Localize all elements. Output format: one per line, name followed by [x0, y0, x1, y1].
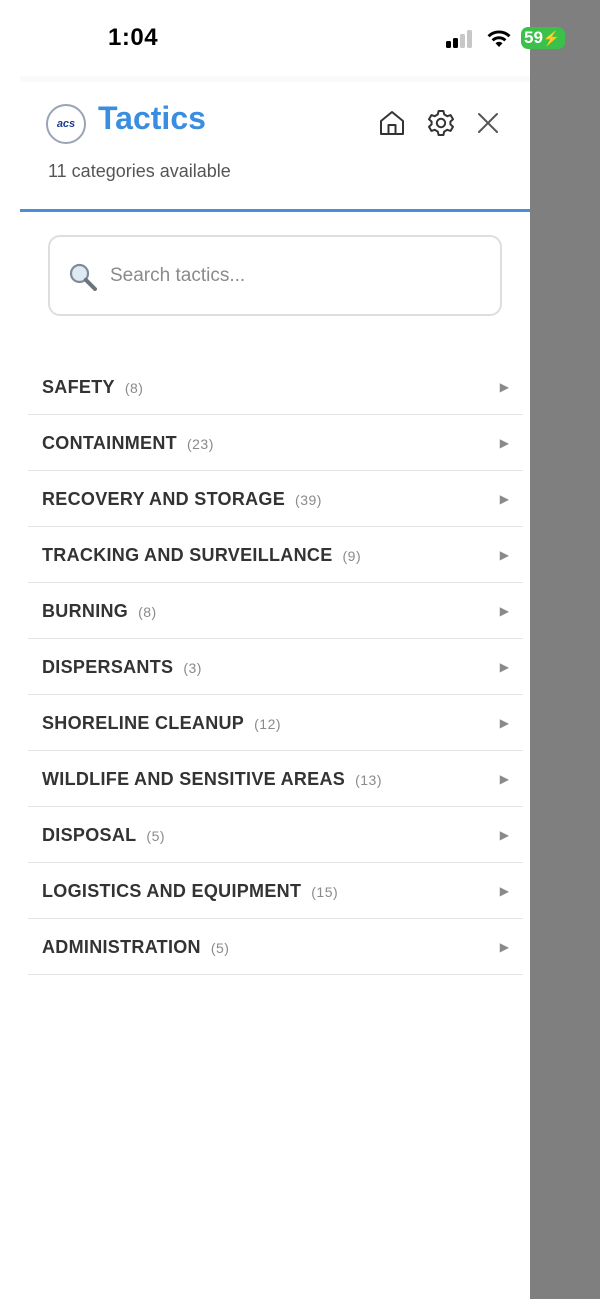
category-label-group: DISPOSAL (5) — [42, 825, 165, 846]
category-name: CONTAINMENT — [42, 433, 177, 453]
category-name: TRACKING AND SURVEILLANCE — [42, 545, 333, 565]
expand-arrow-icon: ▶ — [499, 660, 509, 674]
category-name: BURNING — [42, 601, 129, 621]
category-count: (13) — [355, 772, 382, 788]
header-divider — [20, 209, 530, 212]
expand-arrow-icon: ▶ — [499, 380, 509, 394]
expand-arrow-icon: ▶ — [499, 828, 509, 842]
category-label-group: TRACKING AND SURVEILLANCE (9) — [42, 545, 361, 566]
drawer-backdrop-overlay[interactable] — [530, 0, 600, 1299]
expand-arrow-icon: ▶ — [499, 940, 509, 954]
expand-arrow-icon: ▶ — [499, 884, 509, 898]
category-count: (23) — [186, 436, 214, 452]
category-name: RECOVERY AND STORAGE — [42, 489, 286, 509]
status-time: 1:04 — [108, 24, 159, 51]
category-count: (39) — [295, 492, 322, 508]
category-label-group: CONTAINMENT (23) — [42, 433, 214, 454]
category-name: DISPOSAL — [42, 825, 137, 845]
category-item[interactable]: ADMINISTRATION (5) ▶ — [28, 919, 523, 975]
category-item[interactable]: RECOVERY AND STORAGE (39) ▶ — [28, 471, 523, 527]
category-label-group: LOGISTICS AND EQUIPMENT (15) — [42, 881, 338, 902]
category-name: WILDLIFE AND SENSITIVE AREAS — [42, 769, 346, 789]
category-item[interactable]: SHORELINE CLEANUP (12) ▶ — [28, 695, 523, 751]
category-count: (3) — [183, 660, 202, 676]
category-name: SAFETY — [42, 377, 115, 397]
settings-gear-icon[interactable] — [426, 108, 456, 138]
expand-arrow-icon: ▶ — [499, 604, 509, 618]
category-item[interactable]: BURNING (8) ▶ — [28, 583, 523, 639]
cellular-signal-icon — [446, 30, 476, 48]
category-label-group: SAFETY (8) — [42, 377, 143, 398]
expand-arrow-icon: ▶ — [499, 436, 509, 450]
category-label-group: RECOVERY AND STORAGE (39) — [42, 489, 322, 510]
battery-level: 59 — [524, 28, 543, 47]
search-input[interactable] — [110, 259, 490, 293]
category-count: (9) — [342, 548, 362, 564]
category-item[interactable]: CONTAINMENT (23) ▶ — [28, 415, 523, 471]
category-item[interactable]: SAFETY (8) ▶ — [28, 359, 523, 415]
expand-arrow-icon: ▶ — [499, 716, 509, 730]
category-count: (8) — [138, 604, 157, 620]
category-item[interactable]: DISPOSAL (5) ▶ — [28, 807, 523, 863]
category-item[interactable]: WILDLIFE AND SENSITIVE AREAS (13) ▶ — [28, 751, 523, 807]
category-list: SAFETY (8) ▶ CONTAINMENT (23) ▶ RECOVERY AND S… — [28, 359, 523, 975]
logo-text: acs — [56, 118, 76, 130]
header-top-edge — [20, 76, 530, 82]
category-name: LOGISTICS AND EQUIPMENT — [42, 881, 302, 901]
wifi-icon — [487, 30, 511, 47]
categories-count-subtitle: 11 categories available — [48, 161, 231, 181]
expand-arrow-icon: ▶ — [499, 772, 509, 786]
status-bar: 1:04 59⚡ — [0, 0, 565, 76]
category-name: SHORELINE CLEANUP — [42, 713, 245, 733]
category-count: (5) — [146, 828, 166, 844]
category-item[interactable]: TRACKING AND SURVEILLANCE (9) ▶ — [28, 527, 523, 583]
battery-indicator: 59⚡ — [521, 27, 565, 49]
charging-bolt-icon: ⚡ — [542, 30, 561, 46]
category-name: ADMINISTRATION — [42, 937, 201, 957]
expand-arrow-icon: ▶ — [499, 548, 509, 562]
category-count: (12) — [254, 716, 282, 732]
category-item[interactable]: LOGISTICS AND EQUIPMENT (15) ▶ — [28, 863, 523, 919]
tactics-drawer: 1:04 59⚡ acs Tactics 11 categories avail… — [0, 0, 565, 1299]
category-label-group: DISPERSANTS (3) — [42, 657, 202, 678]
category-count: (5) — [210, 940, 230, 956]
close-icon[interactable] — [473, 108, 503, 138]
acs-logo: acs — [46, 104, 86, 144]
category-count: (15) — [311, 884, 339, 900]
search-box[interactable] — [48, 235, 502, 316]
category-count: (8) — [124, 380, 144, 396]
category-label-group: SHORELINE CLEANUP (12) — [42, 713, 281, 734]
search-icon — [69, 263, 97, 291]
category-item[interactable]: DISPERSANTS (3) ▶ — [28, 639, 523, 695]
expand-arrow-icon: ▶ — [499, 492, 509, 506]
page-title: Tactics — [98, 100, 206, 136]
category-label-group: WILDLIFE AND SENSITIVE AREAS (13) — [42, 769, 382, 790]
category-name: DISPERSANTS — [42, 657, 174, 677]
category-label-group: BURNING (8) — [42, 601, 157, 622]
category-label-group: ADMINISTRATION (5) — [42, 937, 229, 958]
home-icon[interactable] — [377, 108, 407, 138]
